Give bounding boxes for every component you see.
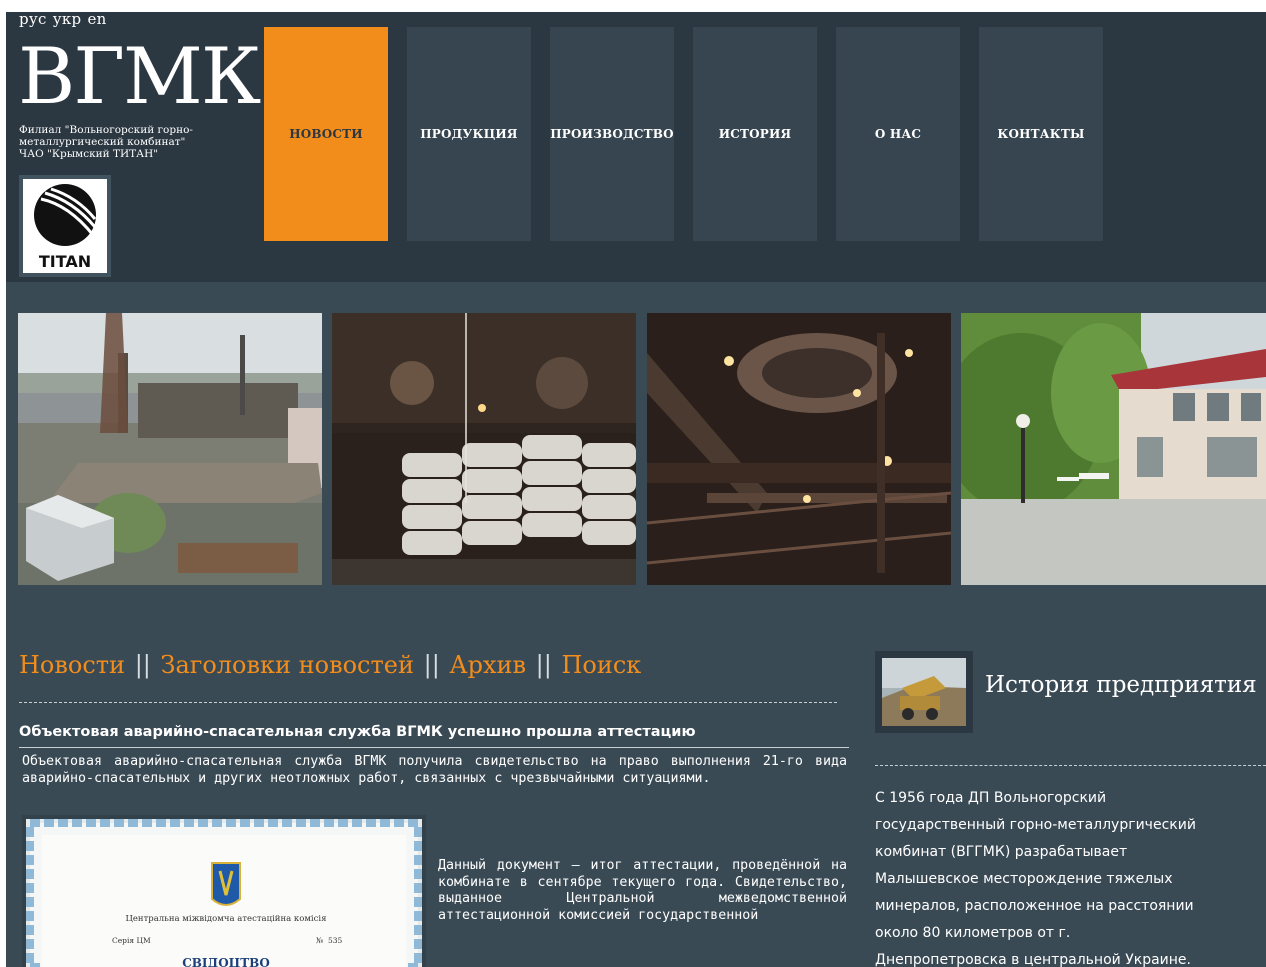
history-text: С 1956 года ДП Вольногорский государстве… — [875, 785, 1266, 967]
gallery-photo-plant[interactable] — [18, 313, 322, 585]
certificate-commission: Центральна міжвідомча атестаційна комісі… — [125, 914, 326, 924]
gallery-photo-building[interactable] — [961, 313, 1266, 585]
nav-products[interactable]: ПРОДУКЦИЯ — [407, 27, 531, 241]
nav-contacts-label: КОНТАКТЫ — [997, 127, 1085, 141]
history-thumbnail[interactable] — [875, 651, 973, 733]
lang-ru-link[interactable]: рус — [19, 12, 47, 28]
certificate-image[interactable]: Центральна міжвідомча атестаційна комісі… — [22, 815, 426, 967]
history-text-line: около 80 километров от г. — [875, 925, 1071, 941]
news-search-link[interactable]: Поиск — [561, 651, 641, 679]
titan-logo-text: TITAN — [39, 252, 91, 271]
history-text-line: Малышевское месторождение тяжелых — [875, 871, 1173, 887]
news-archive-link[interactable]: Архив — [449, 651, 526, 679]
history-text-line: государственный горно-металлургический — [875, 817, 1196, 833]
site-tagline: Филиал "Вольногорский горно- металлургич… — [19, 124, 249, 160]
site-logo[interactable]: ВГМК — [18, 38, 261, 116]
lang-en-link[interactable]: en — [87, 12, 106, 28]
nav-production-label: ПРОИЗВОДСТВО — [550, 127, 674, 141]
nav-history-label: ИСТОРИЯ — [718, 127, 792, 141]
tagline-line: Филиал "Вольногорский горно- — [19, 124, 193, 136]
nav-history[interactable]: ИСТОРИЯ — [693, 27, 817, 241]
history-text-line: Днепропетровска в центральной Украине. — [875, 952, 1191, 967]
news-nav-separator: || — [134, 651, 151, 679]
nav-news-label: НОВОСТИ — [289, 127, 363, 141]
page: рус укр en ВГМК Филиал "Вольногорский горн… — [6, 12, 1266, 967]
history-text-line: С 1956 года ДП Вольногорский — [875, 790, 1107, 806]
news-nav: Новости || Заголовки новостей || Архив |… — [19, 651, 641, 679]
divider — [875, 765, 1266, 766]
titan-logo: TITAN — [23, 179, 107, 273]
nav-news[interactable]: НОВОСТИ — [264, 27, 388, 241]
lang-uk-link[interactable]: укр — [53, 12, 82, 28]
news-nav-separator: || — [423, 651, 440, 679]
gallery-photo-warehouse[interactable] — [332, 313, 636, 585]
site-header: рус укр en ВГМК Филиал "Вольногорский горн… — [6, 12, 1266, 282]
gallery-photo-furnace[interactable] — [647, 313, 951, 585]
certificate-number-label: № — [316, 936, 323, 945]
article-lead: Объектовая аварийно-спасательная служба … — [22, 754, 847, 786]
certificate-series: Серія ЦМ — [112, 936, 151, 945]
nav-about-label: О НАС — [874, 127, 922, 141]
history-text-line: минералов, расположенное на расстоянии — [875, 898, 1194, 914]
titan-logo-link[interactable]: TITAN — [19, 175, 111, 277]
nav-products-label: ПРОДУКЦИЯ — [420, 127, 518, 141]
language-switcher: рус укр en — [19, 12, 113, 28]
divider — [19, 747, 849, 748]
article-title-link[interactable]: Объектовая аварийно-спасательная служба … — [19, 724, 696, 740]
certificate-number: 535 — [328, 936, 343, 945]
history-text-line: комбинат (ВГГМК) разрабатывает — [875, 844, 1128, 860]
nav-contacts[interactable]: КОНТАКТЫ — [979, 27, 1103, 241]
nav-production[interactable]: ПРОИЗВОДСТВО — [550, 27, 674, 241]
divider — [19, 702, 837, 703]
nav-about[interactable]: О НАС — [836, 27, 960, 241]
tagline-line: ЧАО "Крымский ТИТАН" — [19, 148, 159, 160]
news-nav-separator: || — [535, 651, 552, 679]
article-body: Данный документ – итог аттестации, прове… — [438, 858, 847, 923]
news-link[interactable]: Новости — [19, 651, 125, 679]
history-title-link[interactable]: История предприятия — [985, 672, 1257, 698]
news-headlines-link[interactable]: Заголовки новостей — [161, 651, 414, 679]
tagline-line: металлургический комбинат" — [19, 136, 186, 148]
certificate-title: СВІДОЦТВО — [182, 956, 270, 967]
